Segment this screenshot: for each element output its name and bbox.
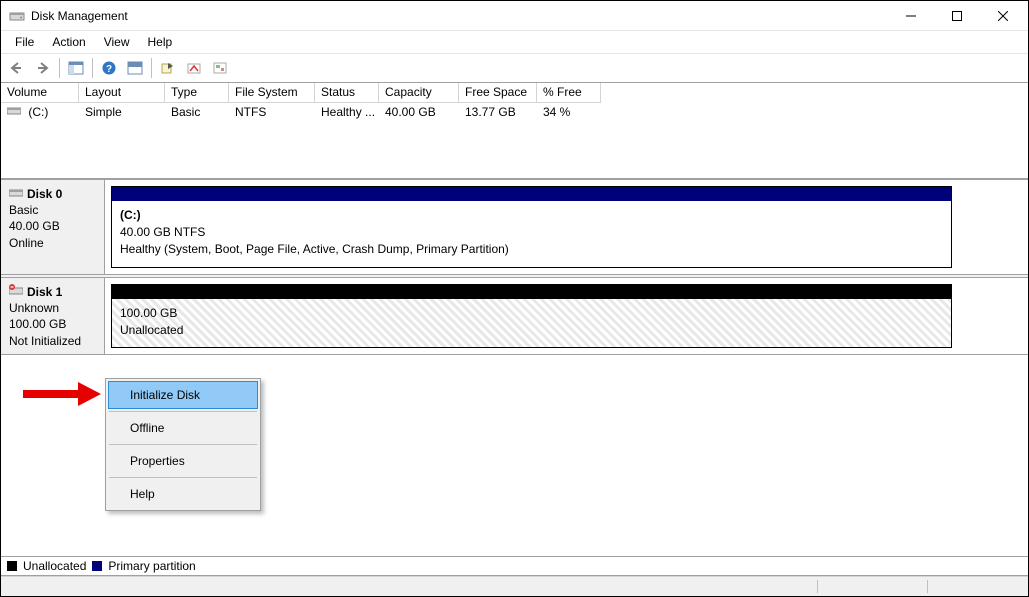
minimize-button[interactable]: [888, 1, 934, 31]
menu-initialize-disk[interactable]: Initialize Disk: [108, 381, 258, 409]
disk-graphical-view: Disk 0 Basic 40.00 GB Online (C:) 40.00 …: [1, 179, 1028, 355]
svg-text:?: ?: [106, 64, 112, 75]
part0-title: (C:): [120, 207, 943, 224]
volume-name: (C:): [28, 105, 48, 119]
close-button[interactable]: [980, 1, 1026, 31]
col-filesystem[interactable]: File System: [229, 83, 315, 103]
help-icon[interactable]: ?: [97, 56, 121, 80]
stripe-primary: [112, 187, 951, 201]
stripe-unallocated: [112, 285, 951, 299]
part1-line2: Unallocated: [120, 322, 943, 339]
disk0-size: 40.00 GB: [9, 218, 96, 234]
volume-type: Basic: [165, 104, 229, 120]
part0-line2: Healthy (System, Boot, Page File, Active…: [120, 241, 943, 258]
rescan-icon[interactable]: [182, 56, 206, 80]
menu-separator: [109, 444, 257, 445]
volume-layout: Simple: [79, 104, 165, 120]
menu-offline[interactable]: Offline: [108, 414, 258, 442]
menu-view[interactable]: View: [96, 33, 138, 51]
disk0-name: Disk 0: [27, 186, 62, 202]
disk0-label[interactable]: Disk 0 Basic 40.00 GB Online: [1, 180, 105, 274]
legend-unallocated: Unallocated: [23, 559, 86, 573]
part0-line1: 40.00 GB NTFS: [120, 224, 943, 241]
window-controls: [888, 1, 1026, 31]
volume-pct: 34 %: [537, 104, 601, 120]
legend-swatch-unallocated: [7, 561, 17, 571]
col-layout[interactable]: Layout: [79, 83, 165, 103]
volume-capacity: 40.00 GB: [379, 104, 459, 120]
drive-icon: [7, 105, 21, 119]
menu-help[interactable]: Help: [108, 480, 258, 508]
part1-line1: 100.00 GB: [120, 305, 943, 322]
disk-error-icon: [9, 284, 23, 300]
volume-row[interactable]: (C:) Simple Basic NTFS Healthy ... 40.00…: [1, 103, 1028, 121]
titlebar: Disk Management: [1, 1, 1028, 31]
disk1-label[interactable]: Disk 1 Unknown 100.00 GB Not Initialized: [1, 278, 105, 354]
maximize-button[interactable]: [934, 1, 980, 31]
menubar: File Action View Help: [1, 31, 1028, 53]
col-type[interactable]: Type: [165, 83, 229, 103]
show-hide-console-tree-icon[interactable]: [64, 56, 88, 80]
menu-separator: [109, 477, 257, 478]
refresh-icon[interactable]: [156, 56, 180, 80]
disk1-name: Disk 1: [27, 284, 62, 300]
disk1-size: 100.00 GB: [9, 316, 96, 332]
menu-properties[interactable]: Properties: [108, 447, 258, 475]
disk0-partition[interactable]: (C:) 40.00 GB NTFS Healthy (System, Boot…: [111, 186, 952, 268]
col-status[interactable]: Status: [315, 83, 379, 103]
menu-help[interactable]: Help: [140, 33, 181, 51]
app-icon: [9, 8, 25, 24]
volume-free: 13.77 GB: [459, 104, 537, 120]
col-freespace[interactable]: Free Space: [459, 83, 537, 103]
toolbar: ?: [1, 53, 1028, 83]
volume-list: Volume Layout Type File System Status Ca…: [1, 83, 1028, 179]
menu-separator: [109, 411, 257, 412]
col-capacity[interactable]: Capacity: [379, 83, 459, 103]
menu-file[interactable]: File: [7, 33, 42, 51]
disk-row-1: Disk 1 Unknown 100.00 GB Not Initialized…: [1, 277, 1028, 355]
disk0-state: Online: [9, 235, 96, 251]
col-pctfree[interactable]: % Free: [537, 83, 601, 103]
disk-row-0: Disk 0 Basic 40.00 GB Online (C:) 40.00 …: [1, 179, 1028, 275]
settings-icon[interactable]: [208, 56, 232, 80]
legend-swatch-primary: [92, 561, 102, 571]
disk1-state: Not Initialized: [9, 333, 96, 349]
window-title: Disk Management: [31, 9, 128, 23]
back-button[interactable]: [5, 56, 29, 80]
volume-fs: NTFS: [229, 104, 315, 120]
statusbar: [1, 576, 1028, 596]
menu-action[interactable]: Action: [44, 33, 93, 51]
legend-primary: Primary partition: [108, 559, 195, 573]
volume-list-header: Volume Layout Type File System Status Ca…: [1, 83, 1028, 103]
volume-status: Healthy ...: [315, 104, 379, 120]
view-top-icon[interactable]: [123, 56, 147, 80]
disk-icon: [9, 186, 23, 202]
disk0-kind: Basic: [9, 202, 96, 218]
disk1-partition[interactable]: 100.00 GB Unallocated: [111, 284, 952, 348]
disk1-kind: Unknown: [9, 300, 96, 316]
col-volume[interactable]: Volume: [1, 83, 79, 103]
legend: Unallocated Primary partition: [1, 556, 1028, 576]
forward-button[interactable]: [31, 56, 55, 80]
annotation-arrow-icon: [23, 380, 103, 408]
context-menu: Initialize Disk Offline Properties Help: [105, 378, 261, 511]
